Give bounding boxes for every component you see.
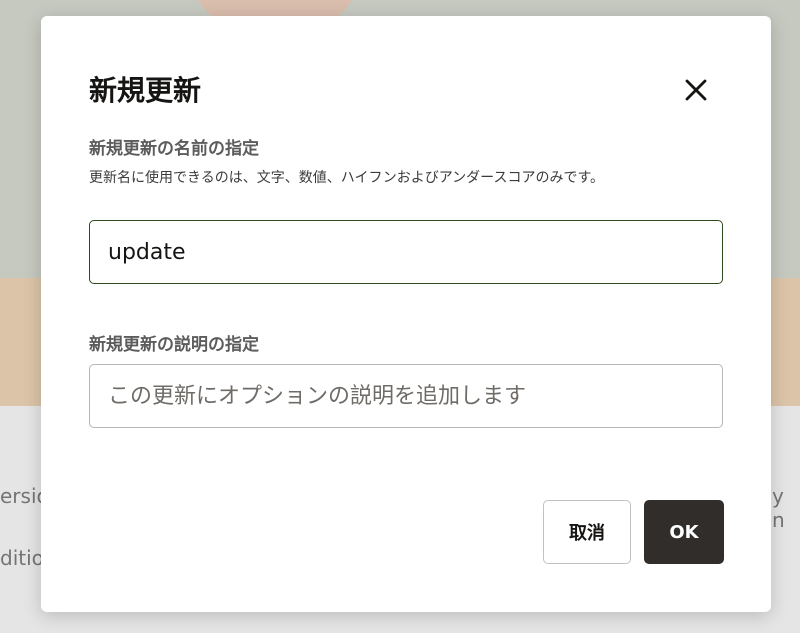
dialog-title: 新規更新 <box>89 74 202 107</box>
update-description-input[interactable] <box>89 364 723 428</box>
update-name-input[interactable] <box>89 220 723 284</box>
new-update-dialog: 新規更新 新規更新の名前の指定 更新名に使用できるのは、文字、数値、ハイフンおよ… <box>41 16 771 612</box>
close-button[interactable] <box>679 73 713 107</box>
update-description-label: 新規更新の説明の指定 <box>89 335 259 355</box>
cancel-button[interactable]: 取消 <box>543 500 631 564</box>
update-name-help-text: 更新名に使用できるのは、文字、数値、ハイフンおよびアンダースコアのみです。 <box>89 170 605 186</box>
ok-button[interactable]: OK <box>644 500 724 564</box>
close-icon <box>685 79 707 101</box>
update-name-label: 新規更新の名前の指定 <box>89 139 259 159</box>
